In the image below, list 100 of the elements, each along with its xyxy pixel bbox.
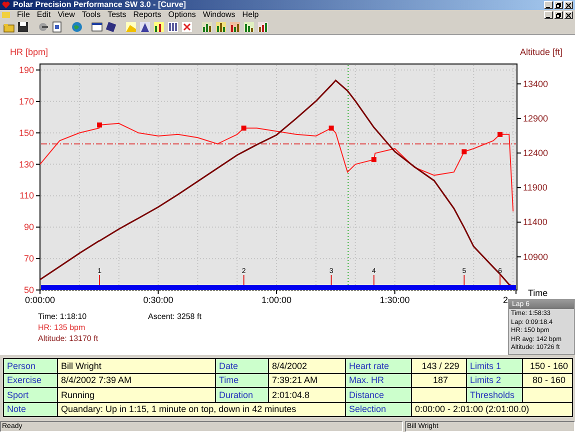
y-tick-label: 13400	[523, 78, 548, 89]
field-label: Sport	[4, 388, 58, 402]
globe-button[interactable]	[70, 20, 83, 34]
y-axis-title: HR [bpm]	[10, 47, 48, 57]
y-tick-label: 12900	[523, 113, 548, 124]
x-tick-label: 0:00:00	[24, 295, 56, 305]
y-axis-title: Altitude [ft]	[520, 47, 563, 57]
close-button[interactable]	[564, 1, 573, 9]
window-icon	[90, 21, 102, 33]
field-value: Quandary: Up in 1:15, 1 minute on top, down in 42 minutes	[58, 402, 346, 416]
lap-marker	[97, 122, 102, 128]
cursor-reading: Altitude: 13170 ft	[38, 334, 98, 344]
y-tick-label: 12400	[523, 148, 548, 158]
column-chart-button[interactable]	[152, 20, 165, 34]
x-tick-label: 2	[502, 295, 508, 305]
y-tick-label: 170	[18, 96, 34, 106]
field-label: Thresholds	[466, 388, 522, 402]
lap-marker	[498, 132, 503, 137]
y-tick-label: 190	[18, 65, 34, 75]
bar-chart-button[interactable]	[242, 20, 255, 34]
field-value: 150 - 160	[522, 358, 572, 373]
field-value	[522, 388, 572, 402]
area-chart-icon	[124, 21, 136, 33]
field-label: Note	[4, 402, 58, 416]
lap-tick	[99, 274, 100, 286]
field-label: Time	[216, 373, 268, 388]
cursor-line[interactable]	[348, 64, 349, 286]
bars-icon	[166, 21, 178, 33]
peak-chart-icon	[138, 21, 150, 33]
cursor-reading: HR: 135 bpm	[38, 323, 86, 333]
menu-item[interactable]: Tests	[108, 10, 126, 20]
save-icon	[16, 21, 28, 33]
lap-tick	[500, 274, 501, 286]
field-label: Distance	[346, 388, 412, 402]
menu-item[interactable]: Help	[242, 10, 259, 20]
field-value: 0:00:00 - 2:01:00 (2:01:00.0)	[412, 402, 572, 416]
field-value: 143 / 229	[412, 358, 466, 373]
menu-item[interactable]: Edit	[36, 10, 51, 20]
lap-tick	[464, 274, 465, 286]
field-value: 2:01:04.8	[268, 388, 346, 402]
bars-button[interactable]	[166, 20, 179, 34]
y-tick-label: 130	[18, 159, 34, 170]
peak-chart-button[interactable]	[138, 20, 151, 34]
y-tick-label: 11900	[523, 182, 548, 193]
field-value: 80 - 160	[522, 373, 572, 388]
lap-marker	[241, 126, 246, 131]
bar-chart-button[interactable]	[228, 20, 241, 34]
delete-icon	[180, 21, 192, 33]
menu-item[interactable]: Options	[168, 10, 196, 20]
x-tick-label: 1:30:00	[380, 295, 410, 305]
bar-chart-icon	[200, 21, 212, 33]
field-label: Limits 1	[466, 358, 522, 373]
field-value: 8/4/2002 7:39 AM	[58, 373, 216, 388]
close-icon	[566, 12, 571, 18]
x-axis-title: Time	[528, 288, 548, 298]
lap-tick	[243, 274, 244, 286]
menu-item[interactable]: File	[17, 10, 30, 20]
bar-chart-icon	[256, 21, 268, 33]
field-value: Running	[58, 388, 216, 402]
lap-tick	[330, 274, 332, 286]
close-button[interactable]	[564, 11, 573, 19]
field-label: Date	[216, 358, 268, 373]
menu-item[interactable]: Tools	[82, 10, 101, 20]
bar-chart-button[interactable]	[200, 20, 213, 34]
minimize-button[interactable]	[544, 1, 553, 9]
field-label: Selection	[346, 402, 412, 416]
globe-icon	[70, 21, 82, 33]
field-value: 7:39:21 AM	[268, 373, 346, 388]
save-button[interactable]	[16, 20, 29, 34]
y-tick-label: 50	[24, 285, 34, 295]
bar-chart-button[interactable]	[256, 20, 269, 34]
y-tick-label: 11400	[523, 217, 548, 228]
cursor-reading: Time: 1:18:10	[38, 312, 88, 322]
delete-button[interactable]	[180, 20, 193, 34]
x-tick-label: 1:00:00	[262, 295, 292, 305]
field-label: Person	[4, 358, 58, 373]
field-label: Heart rate	[346, 358, 412, 373]
menu-item[interactable]: Windows	[202, 10, 236, 20]
x-tick-label: 0:30:00	[143, 295, 174, 305]
menu-item[interactable]: View	[58, 10, 75, 20]
folder-icon	[2, 21, 14, 33]
y-tick-label: 150	[18, 128, 34, 138]
ascent-reading: Ascent: 3258 ft	[148, 312, 202, 322]
menu-item[interactable]: Reports	[133, 10, 162, 20]
lap-marker	[328, 126, 334, 131]
y-tick-label: 90	[24, 222, 34, 232]
lap-tick	[373, 274, 374, 286]
field-value: Bill Wright	[58, 358, 216, 373]
minimize-button[interactable]	[544, 11, 553, 19]
y-tick-label: 110	[20, 190, 34, 201]
column-chart-icon	[152, 21, 164, 33]
close-icon	[566, 2, 571, 8]
y-tick-label: 70	[24, 254, 34, 264]
bar-chart-icon	[242, 21, 254, 33]
window-button[interactable]	[90, 20, 103, 34]
field-label: Max. HR	[346, 373, 412, 388]
restore-button[interactable]	[554, 1, 563, 9]
bar-chart-button[interactable]	[214, 20, 227, 34]
restore-button[interactable]	[554, 11, 563, 19]
heart-icon	[2, 1, 10, 9]
